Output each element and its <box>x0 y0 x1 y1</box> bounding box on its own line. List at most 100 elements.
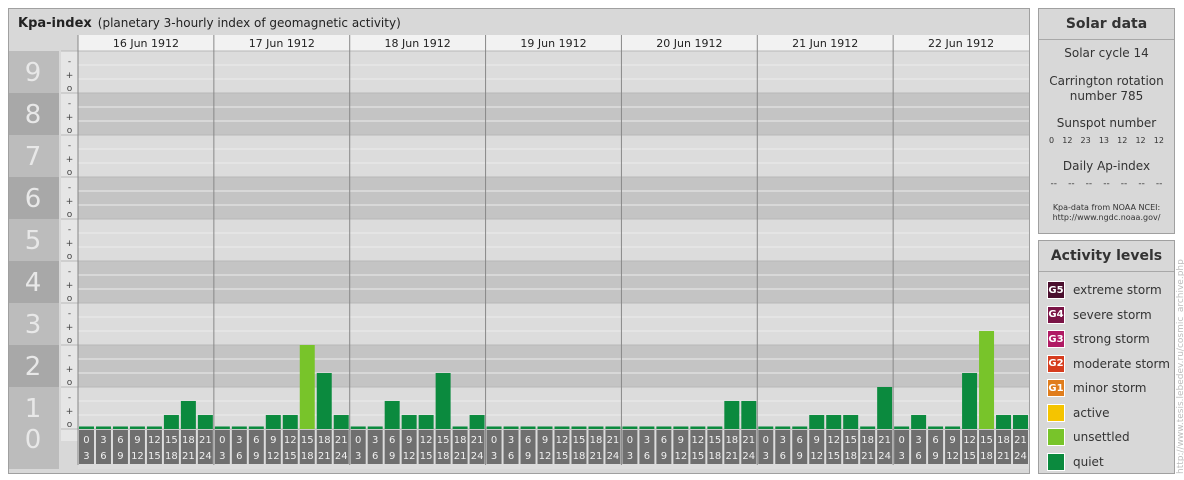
interval-end-label: 15 <box>420 451 433 462</box>
source-note-link[interactable]: http://www.ngdc.noaa.gov/ <box>1039 213 1174 223</box>
kp-bar <box>962 373 978 429</box>
y-minor-tick-label: + <box>66 113 74 123</box>
legend-item-active: active <box>1039 401 1174 426</box>
kp-bar <box>656 426 672 429</box>
y-minor-tick-label: + <box>66 239 74 249</box>
watermark: http://www.tesis.lebedev.ru/cosmic_archi… <box>1176 259 1184 474</box>
kp-bar <box>571 426 587 429</box>
interval-end-label: 21 <box>861 451 874 462</box>
band-3 <box>78 261 1029 303</box>
sunspot-value: 12 <box>1117 136 1128 145</box>
ap-value: -- <box>1068 179 1075 189</box>
day-label: 18 Jun 1912 <box>385 37 451 50</box>
kp-bar <box>843 415 859 429</box>
interval-end-label: 12 <box>674 451 687 462</box>
ap-value: -- <box>1138 179 1145 189</box>
y-minor-tick-label: o <box>67 294 73 304</box>
kp-bar <box>1013 415 1028 429</box>
y-tick-label: 9 <box>25 58 42 88</box>
kp-bar <box>792 426 808 429</box>
divider <box>1039 39 1174 40</box>
interval-start-label: 18 <box>454 435 467 446</box>
interval-start-label: 0 <box>83 435 89 446</box>
interval-end-label: 12 <box>946 451 959 462</box>
kpa-chart: 0123456789o+-o+-o+-o+-o+-o+-o+-o+-o+-16 … <box>9 35 1029 469</box>
legend-swatch: G5 <box>1047 281 1065 300</box>
interval-end-label: 12 <box>267 451 280 462</box>
legend-swatch: G1 <box>1047 379 1065 398</box>
interval-end-label: 9 <box>525 451 531 462</box>
interval-start-label: 9 <box>678 435 684 446</box>
kp-bar <box>214 426 230 429</box>
interval-start-label: 18 <box>997 435 1010 446</box>
interval-end-label: 24 <box>607 451 620 462</box>
interval-start-label: 9 <box>270 435 276 446</box>
interval-start-label: 9 <box>814 435 820 446</box>
band-4 <box>78 219 1029 261</box>
y-minor-tick-label: + <box>66 281 74 291</box>
interval-end-label: 15 <box>284 451 297 462</box>
ap-value: -- <box>1103 179 1110 189</box>
interval-start-label: 0 <box>763 435 769 446</box>
band-5 <box>78 177 1029 219</box>
interval-end-label: 12 <box>810 451 823 462</box>
interval-start-label: 0 <box>219 435 225 446</box>
interval-end-label: 12 <box>539 451 552 462</box>
y-minor-tick-label: o <box>67 126 73 136</box>
interval-end-label: 6 <box>780 451 786 462</box>
interval-start-label: 15 <box>844 435 857 446</box>
interval-end-label: 15 <box>556 451 569 462</box>
y-minor-tick-label: o <box>67 210 73 220</box>
ap-index-values: -- -- -- -- -- -- -- <box>1039 179 1174 189</box>
interval-start-label: 3 <box>508 435 514 446</box>
kpa-chart-panel: Kpa-index (planetary 3-hourly index of ge… <box>8 8 1030 474</box>
interval-end-label: 24 <box>742 451 755 462</box>
y-tick-label: 0 <box>25 425 42 455</box>
sunspot-title: Sunspot number <box>1056 116 1157 130</box>
y-minor-tick-label: - <box>68 141 71 151</box>
kp-bar <box>996 415 1012 429</box>
interval-start-label: 12 <box>284 435 297 446</box>
activity-levels-title: Activity levels <box>1050 248 1163 264</box>
interval-end-label: 24 <box>199 451 212 462</box>
kp-bar <box>690 426 706 429</box>
band-7 <box>78 93 1029 135</box>
sunspot-value: 12 <box>1153 136 1164 145</box>
interval-start-label: 6 <box>117 435 123 446</box>
kp-bar <box>486 426 502 429</box>
sunspot-value: 12 <box>1062 136 1073 145</box>
interval-end-label: 24 <box>471 451 484 462</box>
y-minor-tick-label: - <box>68 99 71 109</box>
interval-start-label: 15 <box>301 435 314 446</box>
legend-swatch: G3 <box>1047 330 1065 349</box>
interval-start-label: 12 <box>691 435 704 446</box>
interval-end-label: 6 <box>372 451 378 462</box>
y-tick-label: 8 <box>25 100 42 130</box>
interval-end-label: 9 <box>797 451 803 462</box>
kp-bar <box>537 426 553 429</box>
interval-end-label: 18 <box>301 451 314 462</box>
legend-label: minor storm <box>1073 381 1147 396</box>
interval-start-label: 0 <box>627 435 633 446</box>
interval-start-label: 6 <box>525 435 531 446</box>
kp-bar <box>605 426 621 429</box>
interval-start-label: 21 <box>335 435 348 446</box>
interval-end-label: 9 <box>117 451 123 462</box>
kp-bar <box>877 387 893 429</box>
y-minor-tick-label: + <box>66 365 74 375</box>
legend-swatch: G4 <box>1047 305 1065 324</box>
kp-bar <box>469 415 485 429</box>
kp-bar <box>282 415 298 429</box>
band-2 <box>78 303 1029 345</box>
interval-end-label: 6 <box>100 451 106 462</box>
interval-end-label: 12 <box>131 451 144 462</box>
band-6 <box>78 135 1029 177</box>
legend-item-unsettled: unsettled <box>1039 425 1174 450</box>
interval-end-label: 18 <box>844 451 857 462</box>
chart-title-main: Kpa-index <box>18 16 92 31</box>
kp-bar <box>452 426 468 429</box>
legend-label: strong storm <box>1073 332 1150 347</box>
interval-start-label: 6 <box>797 435 803 446</box>
interval-start-label: 3 <box>100 435 106 446</box>
interval-start-label: 6 <box>253 435 259 446</box>
